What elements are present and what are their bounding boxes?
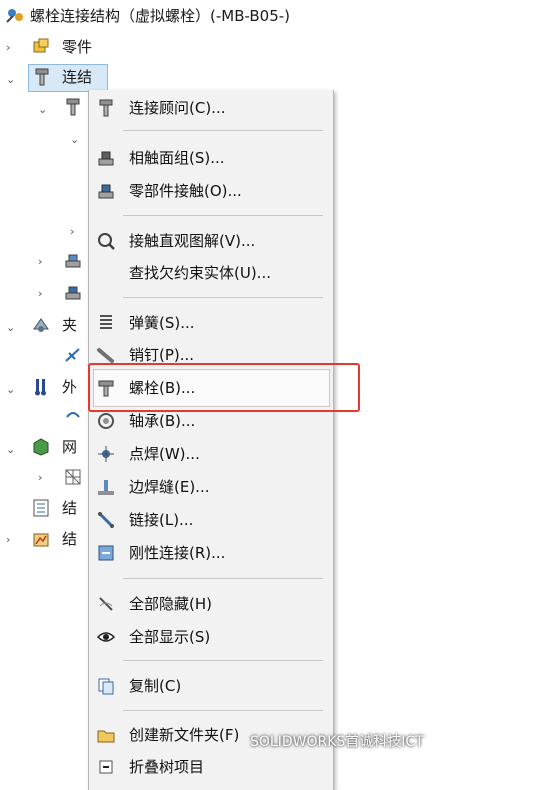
tree-item-parts[interactable]: 零件 [62, 37, 92, 57]
expand-arrow-icon[interactable]: › [38, 255, 42, 269]
menu-item-label: 刚性连接(R)... [129, 544, 226, 562]
menu-item-label: 连接顾问(C)... [129, 99, 226, 117]
expand-arrow-icon[interactable]: › [6, 41, 10, 55]
menu-item-contact-visualization[interactable]: 接触直观图解(V)... [89, 226, 333, 256]
menu-item-label: 螺栓(B)... [129, 379, 196, 397]
menu-item-collapse-tree[interactable]: 折叠树项目 [89, 752, 333, 782]
component-contact-icon [95, 180, 117, 202]
mesh-node-icon [62, 466, 84, 488]
mesh-icon [30, 436, 52, 458]
tree-title: 螺栓连接结构（虚拟螺栓）(-MB-B05-) [30, 7, 291, 25]
rigid-connection-icon [95, 542, 117, 564]
tree-item-result-options[interactable]: 结 [62, 498, 77, 518]
menu-item-label: 全部显示(S) [129, 628, 211, 646]
menu-separator [123, 660, 323, 661]
contact-set-icon [95, 147, 117, 169]
menu-item-connection-advisor[interactable]: 连接顾问(C)... [89, 93, 333, 123]
edge-weld-icon [95, 476, 117, 498]
menu-item-bolt[interactable]: 螺栓(B)... [89, 373, 333, 403]
menu-item-spring[interactable]: 弹簧(S)... [89, 308, 333, 338]
expand-arrow-icon[interactable]: › [38, 287, 42, 301]
menu-item-spot-weld[interactable]: 点焊(W)... [89, 439, 333, 469]
bolt-icon [95, 377, 117, 399]
menu-item-label: 查找欠约束实体(U)... [129, 264, 271, 282]
menu-item-find-underconstrained[interactable]: 查找欠约束实体(U)... [89, 258, 333, 288]
fixtures-icon [30, 314, 52, 336]
expand-arrow-icon[interactable]: › [38, 471, 42, 485]
menu-item-copy[interactable]: 复制(C) [89, 671, 333, 701]
menu-item-label: 相触面组(S)... [129, 149, 225, 167]
menu-item-label: 链接(L)... [129, 511, 194, 529]
collapse-arrow-icon[interactable]: ⌄ [6, 321, 15, 335]
collapse-arrow-icon[interactable]: ⌄ [6, 443, 15, 457]
menu-item-label: 点焊(W)... [129, 445, 200, 463]
menu-item-link[interactable]: 链接(L)... [89, 505, 333, 535]
menu-separator [123, 710, 323, 711]
collapse-icon [95, 756, 117, 778]
parts-icon [30, 36, 52, 58]
connection-advisor-icon [95, 97, 117, 119]
menu-item-label: 接触直观图解(V)... [129, 232, 256, 250]
tree-item-fixtures[interactable]: 夹 [62, 315, 77, 335]
fixture-node-icon [62, 344, 84, 366]
menu-item-show-all[interactable]: 全部显示(S) [89, 622, 333, 652]
menu-item-label: 弹簧(S)... [129, 314, 195, 332]
external-loads-icon [30, 376, 52, 398]
expand-arrow-icon[interactable]: › [70, 225, 74, 239]
expand-arrow-icon[interactable]: › [6, 533, 10, 547]
collapse-arrow-icon[interactable]: ⌄ [38, 103, 47, 117]
collapse-arrow-icon[interactable]: ⌄ [6, 383, 15, 397]
result-options-icon [30, 497, 52, 519]
folder-icon [95, 724, 117, 746]
load-node-icon [62, 406, 84, 428]
menu-item-component-contact[interactable]: 零部件接触(O)... [89, 176, 333, 206]
menu-item-label: 边焊缝(E)... [129, 478, 210, 496]
watermark-text: SOLIDWORKS首诚科技ICT [250, 734, 424, 750]
study-icon [4, 4, 26, 26]
connections-label: 连结 [62, 68, 93, 86]
show-all-icon [95, 626, 117, 648]
contact-visualization-icon [95, 230, 117, 252]
collapse-arrow-icon[interactable]: ⌄ [6, 73, 15, 87]
tree-item-results[interactable]: 结 [62, 529, 77, 549]
menu-item-edge-weld[interactable]: 边焊缝(E)... [89, 472, 333, 502]
menu-item-label: 复制(C) [129, 677, 182, 695]
contact-node-icon [62, 250, 84, 272]
contact-node-icon [62, 282, 84, 304]
copy-icon [95, 675, 117, 697]
menu-item-hide-all[interactable]: 全部隐藏(H) [89, 589, 333, 619]
bolt-node-icon [62, 96, 84, 118]
menu-separator [123, 130, 323, 131]
collapse-arrow-icon[interactable]: ⌄ [70, 133, 79, 147]
bearing-icon [95, 410, 117, 432]
spot-weld-icon [95, 443, 117, 465]
menu-item-label: 创建新文件夹(F) [129, 726, 240, 744]
menu-item-rigid-connection[interactable]: 刚性连接(R)... [89, 538, 333, 568]
menu-separator [123, 215, 323, 216]
results-icon [30, 528, 52, 550]
tree-item-external-loads[interactable]: 外 [62, 377, 77, 397]
hide-all-icon [95, 593, 117, 615]
menu-separator [123, 578, 323, 579]
menu-item-label: 销钉(P)... [129, 346, 195, 364]
spring-icon [95, 312, 117, 334]
menu-item-label: 轴承(B)... [129, 412, 196, 430]
menu-item-label: 折叠树项目 [129, 758, 205, 776]
connections-icon [31, 66, 53, 88]
menu-separator [123, 297, 323, 298]
menu-item-label: 全部隐藏(H) [129, 595, 212, 613]
menu-item-contact-set[interactable]: 相触面组(S)... [89, 143, 333, 173]
context-menu: 连接顾问(C)... 相触面组(S)... 零部件接触(O)... 接触直观图解… [88, 90, 334, 790]
link-icon [95, 509, 117, 531]
tree-item-mesh[interactable]: 网 [62, 437, 77, 457]
menu-item-label: 零部件接触(O)... [129, 182, 242, 200]
